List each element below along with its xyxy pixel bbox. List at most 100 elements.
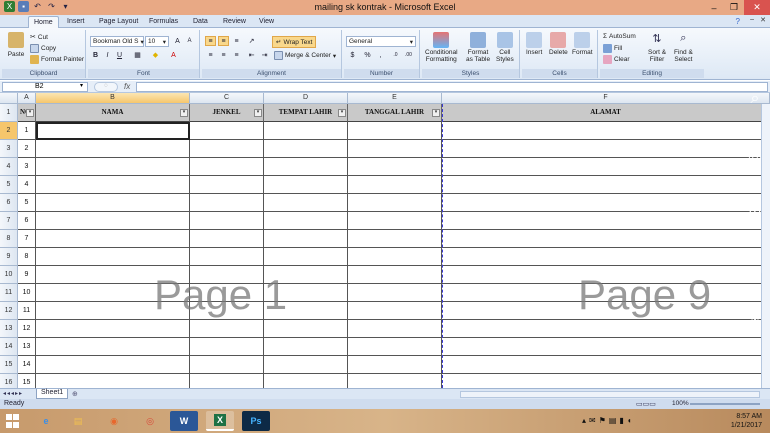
filter-dropdown-icon[interactable]: ▾ <box>338 109 346 117</box>
comma-icon[interactable]: , <box>375 50 386 60</box>
formula-input[interactable] <box>136 82 768 92</box>
table-cell[interactable] <box>264 176 348 194</box>
row-header[interactable]: 6 <box>0 194 18 212</box>
table-cell[interactable] <box>348 356 442 374</box>
table-cell[interactable] <box>348 320 442 338</box>
row-number-cell[interactable]: 15 <box>18 374 36 388</box>
tab-view[interactable]: View <box>254 16 279 28</box>
table-cell[interactable] <box>36 248 190 266</box>
merge-center-button[interactable]: Merge & Center ▾ <box>274 51 336 60</box>
tab-formulas[interactable]: Formulas <box>144 16 183 28</box>
table-cell[interactable] <box>190 338 264 356</box>
table-cell[interactable] <box>442 176 770 194</box>
table-cell[interactable] <box>190 176 264 194</box>
table-cell[interactable] <box>264 140 348 158</box>
table-cell[interactable] <box>442 140 770 158</box>
percent-icon[interactable]: % <box>362 50 373 60</box>
column-header-a[interactable]: A <box>18 93 36 104</box>
table-cell[interactable] <box>190 194 264 212</box>
table-cell[interactable] <box>264 212 348 230</box>
search-charm-icon[interactable]: ⌕ <box>744 88 766 110</box>
table-cell[interactable] <box>190 356 264 374</box>
copy-button[interactable]: Copy <box>30 44 56 53</box>
table-cell[interactable] <box>36 212 190 230</box>
row-number-cell[interactable]: 4 <box>18 176 36 194</box>
table-cell[interactable] <box>190 140 264 158</box>
table-cell[interactable] <box>348 284 442 302</box>
table-cell[interactable] <box>442 230 770 248</box>
system-clock[interactable]: 8:57 AM 1/21/2017 <box>731 412 762 430</box>
row-header[interactable]: 16 <box>0 374 18 388</box>
fx-icon[interactable]: fx <box>124 82 130 91</box>
format-painter-button[interactable]: Format Painter <box>30 55 84 64</box>
table-cell[interactable] <box>442 356 770 374</box>
row-number-cell[interactable]: 13 <box>18 338 36 356</box>
table-cell[interactable] <box>190 230 264 248</box>
table-cell[interactable] <box>36 176 190 194</box>
column-header-e[interactable]: E <box>348 93 442 104</box>
excel-icon[interactable]: X <box>206 411 234 431</box>
row-number-cell[interactable]: 14 <box>18 356 36 374</box>
row-number-cell[interactable]: 6 <box>18 212 36 230</box>
shrink-font-icon[interactable]: A <box>184 36 195 46</box>
table-cell[interactable] <box>36 356 190 374</box>
filter-dropdown-icon[interactable]: ▾ <box>254 109 262 117</box>
align-right-icon[interactable]: ≡ <box>231 50 242 60</box>
row-header[interactable]: 9 <box>0 248 18 266</box>
delete-cells-button[interactable]: Delete <box>549 32 568 56</box>
sheet-tab-sheet1[interactable]: Sheet1 <box>36 389 69 399</box>
table-cell[interactable] <box>190 320 264 338</box>
table-cell[interactable] <box>264 230 348 248</box>
tab-review[interactable]: Review <box>218 16 251 28</box>
row-number-cell[interactable]: 9 <box>18 266 36 284</box>
table-cell[interactable] <box>442 248 770 266</box>
column-header-d[interactable]: D <box>264 93 348 104</box>
filter-dropdown-icon[interactable]: ▾ <box>180 109 188 117</box>
currency-icon[interactable]: $ <box>347 50 358 60</box>
table-cell[interactable] <box>442 122 770 140</box>
grow-font-icon[interactable]: A <box>172 36 183 46</box>
column-header-f[interactable]: F <box>442 93 770 104</box>
table-cell[interactable] <box>264 338 348 356</box>
windows-start-icon[interactable] <box>4 412 22 430</box>
table-cell[interactable] <box>348 248 442 266</box>
table-cell[interactable] <box>190 212 264 230</box>
italic-icon[interactable]: I <box>102 50 113 60</box>
table-cell[interactable] <box>348 374 442 388</box>
decrease-indent-icon[interactable]: ⇤ <box>246 50 257 60</box>
table-cell[interactable] <box>348 230 442 248</box>
restore-button[interactable]: ❐ <box>724 0 744 15</box>
share-charm-icon[interactable]: ◎ <box>744 146 766 168</box>
cell-styles-button[interactable]: Cell Styles <box>496 32 514 63</box>
column-header-c[interactable]: C <box>190 93 264 104</box>
font-color-icon[interactable]: A <box>168 50 179 60</box>
table-cell[interactable] <box>36 194 190 212</box>
row-header[interactable]: 4 <box>0 158 18 176</box>
row-header[interactable]: 11 <box>0 284 18 302</box>
cut-button[interactable]: ✂ Cut <box>30 33 48 42</box>
table-cell[interactable] <box>264 194 348 212</box>
formula-cancel-icon[interactable]: ◌ <box>94 82 118 92</box>
table-cell[interactable] <box>442 212 770 230</box>
table-cell[interactable] <box>442 338 770 356</box>
insert-cells-button[interactable]: Insert <box>526 32 542 56</box>
system-tray-icon[interactable]: ▴✉⚑▤▮◖ <box>582 416 635 425</box>
zoom-slider[interactable] <box>690 403 760 405</box>
ribbon-close-icon[interactable]: ✕ <box>760 16 766 24</box>
chevron-down-icon[interactable]: ▾ <box>80 82 83 89</box>
clear-button[interactable]: Clear <box>603 55 630 64</box>
settings-charm-icon[interactable]: ⚙ <box>744 314 766 336</box>
word-icon[interactable]: W <box>170 411 198 431</box>
filter-dropdown-icon[interactable]: ▾ <box>26 109 34 117</box>
table-cell[interactable] <box>36 140 190 158</box>
tab-insert[interactable]: Insert <box>62 16 90 28</box>
tab-page-layout[interactable]: Page Layout <box>94 16 143 28</box>
wrap-text-button[interactable]: ↵ Wrap Text <box>272 36 317 48</box>
fill-color-icon[interactable]: ◆ <box>150 50 161 60</box>
select-all-corner[interactable] <box>0 93 18 104</box>
minimize-button[interactable]: – <box>704 0 724 15</box>
devices-charm-icon[interactable]: ▭ <box>744 258 766 280</box>
table-cell[interactable] <box>36 338 190 356</box>
format-cells-button[interactable]: Format <box>572 32 593 56</box>
internet-explorer-icon[interactable]: e <box>32 411 60 431</box>
